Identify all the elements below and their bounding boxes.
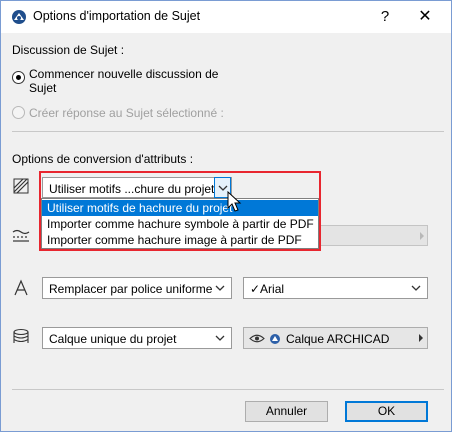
window-title: Options d'importation de Sujet (33, 9, 201, 23)
conversion-heading: Options de conversion d'attributs : (12, 152, 194, 166)
font-name-value: ✓Arial (250, 282, 285, 296)
help-button[interactable]: ? (373, 7, 397, 27)
cancel-button[interactable]: Annuler (245, 401, 328, 422)
mouse-cursor-icon (227, 191, 242, 212)
highlight-annotation (39, 171, 321, 251)
new-discussion-radio[interactable] (12, 71, 25, 84)
chevron-down-icon (215, 335, 225, 341)
new-discussion-label-line2: Sujet (29, 81, 57, 95)
chevron-down-icon (411, 285, 421, 291)
new-discussion-label: Commencer nouvelle discussion de (29, 67, 219, 81)
archicad-app-icon (12, 10, 26, 24)
reply-label: Créer réponse au Sujet sélectionné : (29, 106, 224, 120)
import-options-dialog: Options d'importation de Sujet ? ✕ Discu… (0, 0, 452, 432)
chevron-right-icon (419, 334, 423, 342)
ok-button[interactable]: OK (345, 401, 428, 422)
layer-status-icon (270, 334, 280, 344)
fill-pattern-icon (13, 178, 29, 194)
font-name-combo[interactable]: ✓Arial (243, 277, 428, 299)
chevron-down-icon (215, 285, 225, 291)
close-button[interactable]: ✕ (413, 7, 437, 27)
font-icon (14, 279, 28, 296)
layers-icon (13, 328, 29, 343)
reply-radio[interactable] (12, 106, 25, 119)
layer-name-combo[interactable]: Calque ARCHICAD (243, 327, 428, 349)
font-conversion-combo[interactable]: Remplacer par police uniforme (42, 277, 232, 299)
section-divider (12, 131, 444, 132)
chevron-right-icon (420, 232, 424, 240)
layer-conversion-combo[interactable]: Calque unique du projet (42, 327, 232, 349)
font-combo-value: Remplacer par police uniforme (49, 282, 213, 296)
line-type-icon (12, 229, 30, 242)
button-divider (12, 389, 444, 390)
eye-icon (249, 334, 265, 343)
discussion-heading: Discussion de Sujet : (12, 43, 125, 57)
title-bar: Options d'importation de Sujet ? ✕ (1, 1, 451, 33)
layer-name-value: Calque ARCHICAD (286, 332, 390, 346)
layer-combo-value: Calque unique du projet (49, 332, 177, 346)
